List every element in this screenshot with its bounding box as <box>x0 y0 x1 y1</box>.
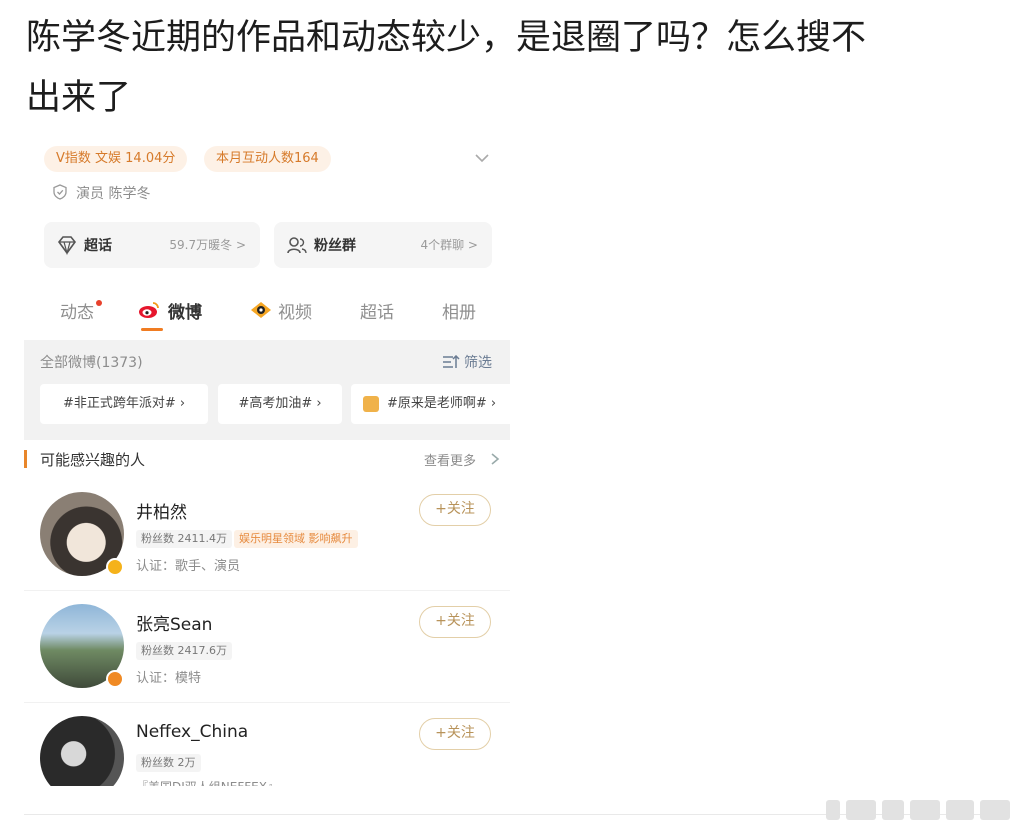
divider <box>24 702 510 703</box>
chevron-down-icon[interactable] <box>474 152 490 164</box>
topic-chip-2[interactable]: #高考加油# › <box>218 384 342 424</box>
topic-chip-1[interactable]: #非正式跨年派对# › <box>40 384 208 424</box>
weibo-icon <box>139 302 159 318</box>
fangroup-label: 粉丝群 <box>314 238 356 254</box>
tab-video[interactable]: 视频 <box>278 298 312 323</box>
v-index-badge[interactable]: V指数 文娱 14.04分 <box>44 146 188 172</box>
certification: 认证：模特 <box>136 671 202 686</box>
watermark-icon <box>826 800 1010 820</box>
section-accent-bar <box>24 450 27 468</box>
follow-button[interactable]: +关注 <box>419 494 491 526</box>
unread-dot <box>96 300 102 306</box>
follow-button[interactable]: +关注 <box>419 718 491 750</box>
post-title-line1: 陈学冬近期的作品和动态较少，是退圈了吗？怎么搜不 <box>26 18 867 58</box>
fangroup-card[interactable]: 粉丝群 4个群聊 > <box>274 222 492 268</box>
filter-icon[interactable] <box>442 355 460 369</box>
shield-icon <box>53 184 67 200</box>
tab-weibo[interactable]: 微博 <box>168 298 202 323</box>
verified-text: 演员 陈学冬 <box>76 186 151 202</box>
topic-thumbnail-icon <box>363 396 379 412</box>
suggest-title: 可能感兴趣的人 <box>40 451 146 469</box>
tab-album[interactable]: 相册 <box>442 298 476 323</box>
monthly-interaction-badge[interactable]: 本月互动人数164 <box>204 146 331 172</box>
person-name[interactable]: 井柏然 <box>136 498 187 523</box>
verified-v-icon <box>106 558 124 576</box>
tab-dynamics[interactable]: 动态 <box>60 298 94 323</box>
fans-count: 粉丝数 2411.4万 <box>136 530 232 548</box>
supertopic-card[interactable]: 超话 59.7万暖冬 > <box>44 222 260 268</box>
active-tab-indicator <box>141 328 163 331</box>
certification: 认证：歌手、演员 <box>136 559 241 574</box>
chevron-right-icon[interactable] <box>490 453 500 465</box>
tab-supertopic[interactable]: 超话 <box>360 298 394 323</box>
profile-screenshot: V指数 文娱 14.04分 本月互动人数164 演员 陈学冬 超话 59.7万暖… <box>24 138 510 786</box>
filter-button[interactable]: 筛选 <box>464 352 492 372</box>
video-icon <box>251 302 271 318</box>
supertopic-meta: 59.7万暖冬 > <box>169 238 246 252</box>
supertopic-label: 超话 <box>84 238 112 254</box>
all-weibo-count: 全部微博(1373) <box>40 355 143 371</box>
verified-v-icon <box>106 670 124 688</box>
avatar[interactable] <box>40 716 124 786</box>
influence-badge: 娱乐明星领域 影响飙升 <box>234 530 358 548</box>
follow-button[interactable]: +关注 <box>419 606 491 638</box>
certification: 『美国DJ双人组NEFFEX』 <box>136 778 279 786</box>
person-name[interactable]: 张亮Sean <box>136 610 212 635</box>
fangroup-meta: 4个群聊 > <box>420 238 478 252</box>
group-icon <box>287 237 307 254</box>
divider <box>24 590 510 591</box>
person-name[interactable]: Neffex_China <box>136 722 248 742</box>
topic-chip-3-label: #原来是老师啊# › <box>387 396 497 411</box>
see-more-link[interactable]: 查看更多 <box>424 450 476 469</box>
diamond-icon <box>57 236 77 256</box>
fans-count: 粉丝数 2417.6万 <box>136 642 232 660</box>
post-title-line2: 出来了 <box>26 78 132 118</box>
post-title: 陈学冬近期的作品和动态较少，是退圈了吗？怎么搜不 出来了 <box>26 8 996 128</box>
fans-count: 粉丝数 2万 <box>136 754 201 772</box>
